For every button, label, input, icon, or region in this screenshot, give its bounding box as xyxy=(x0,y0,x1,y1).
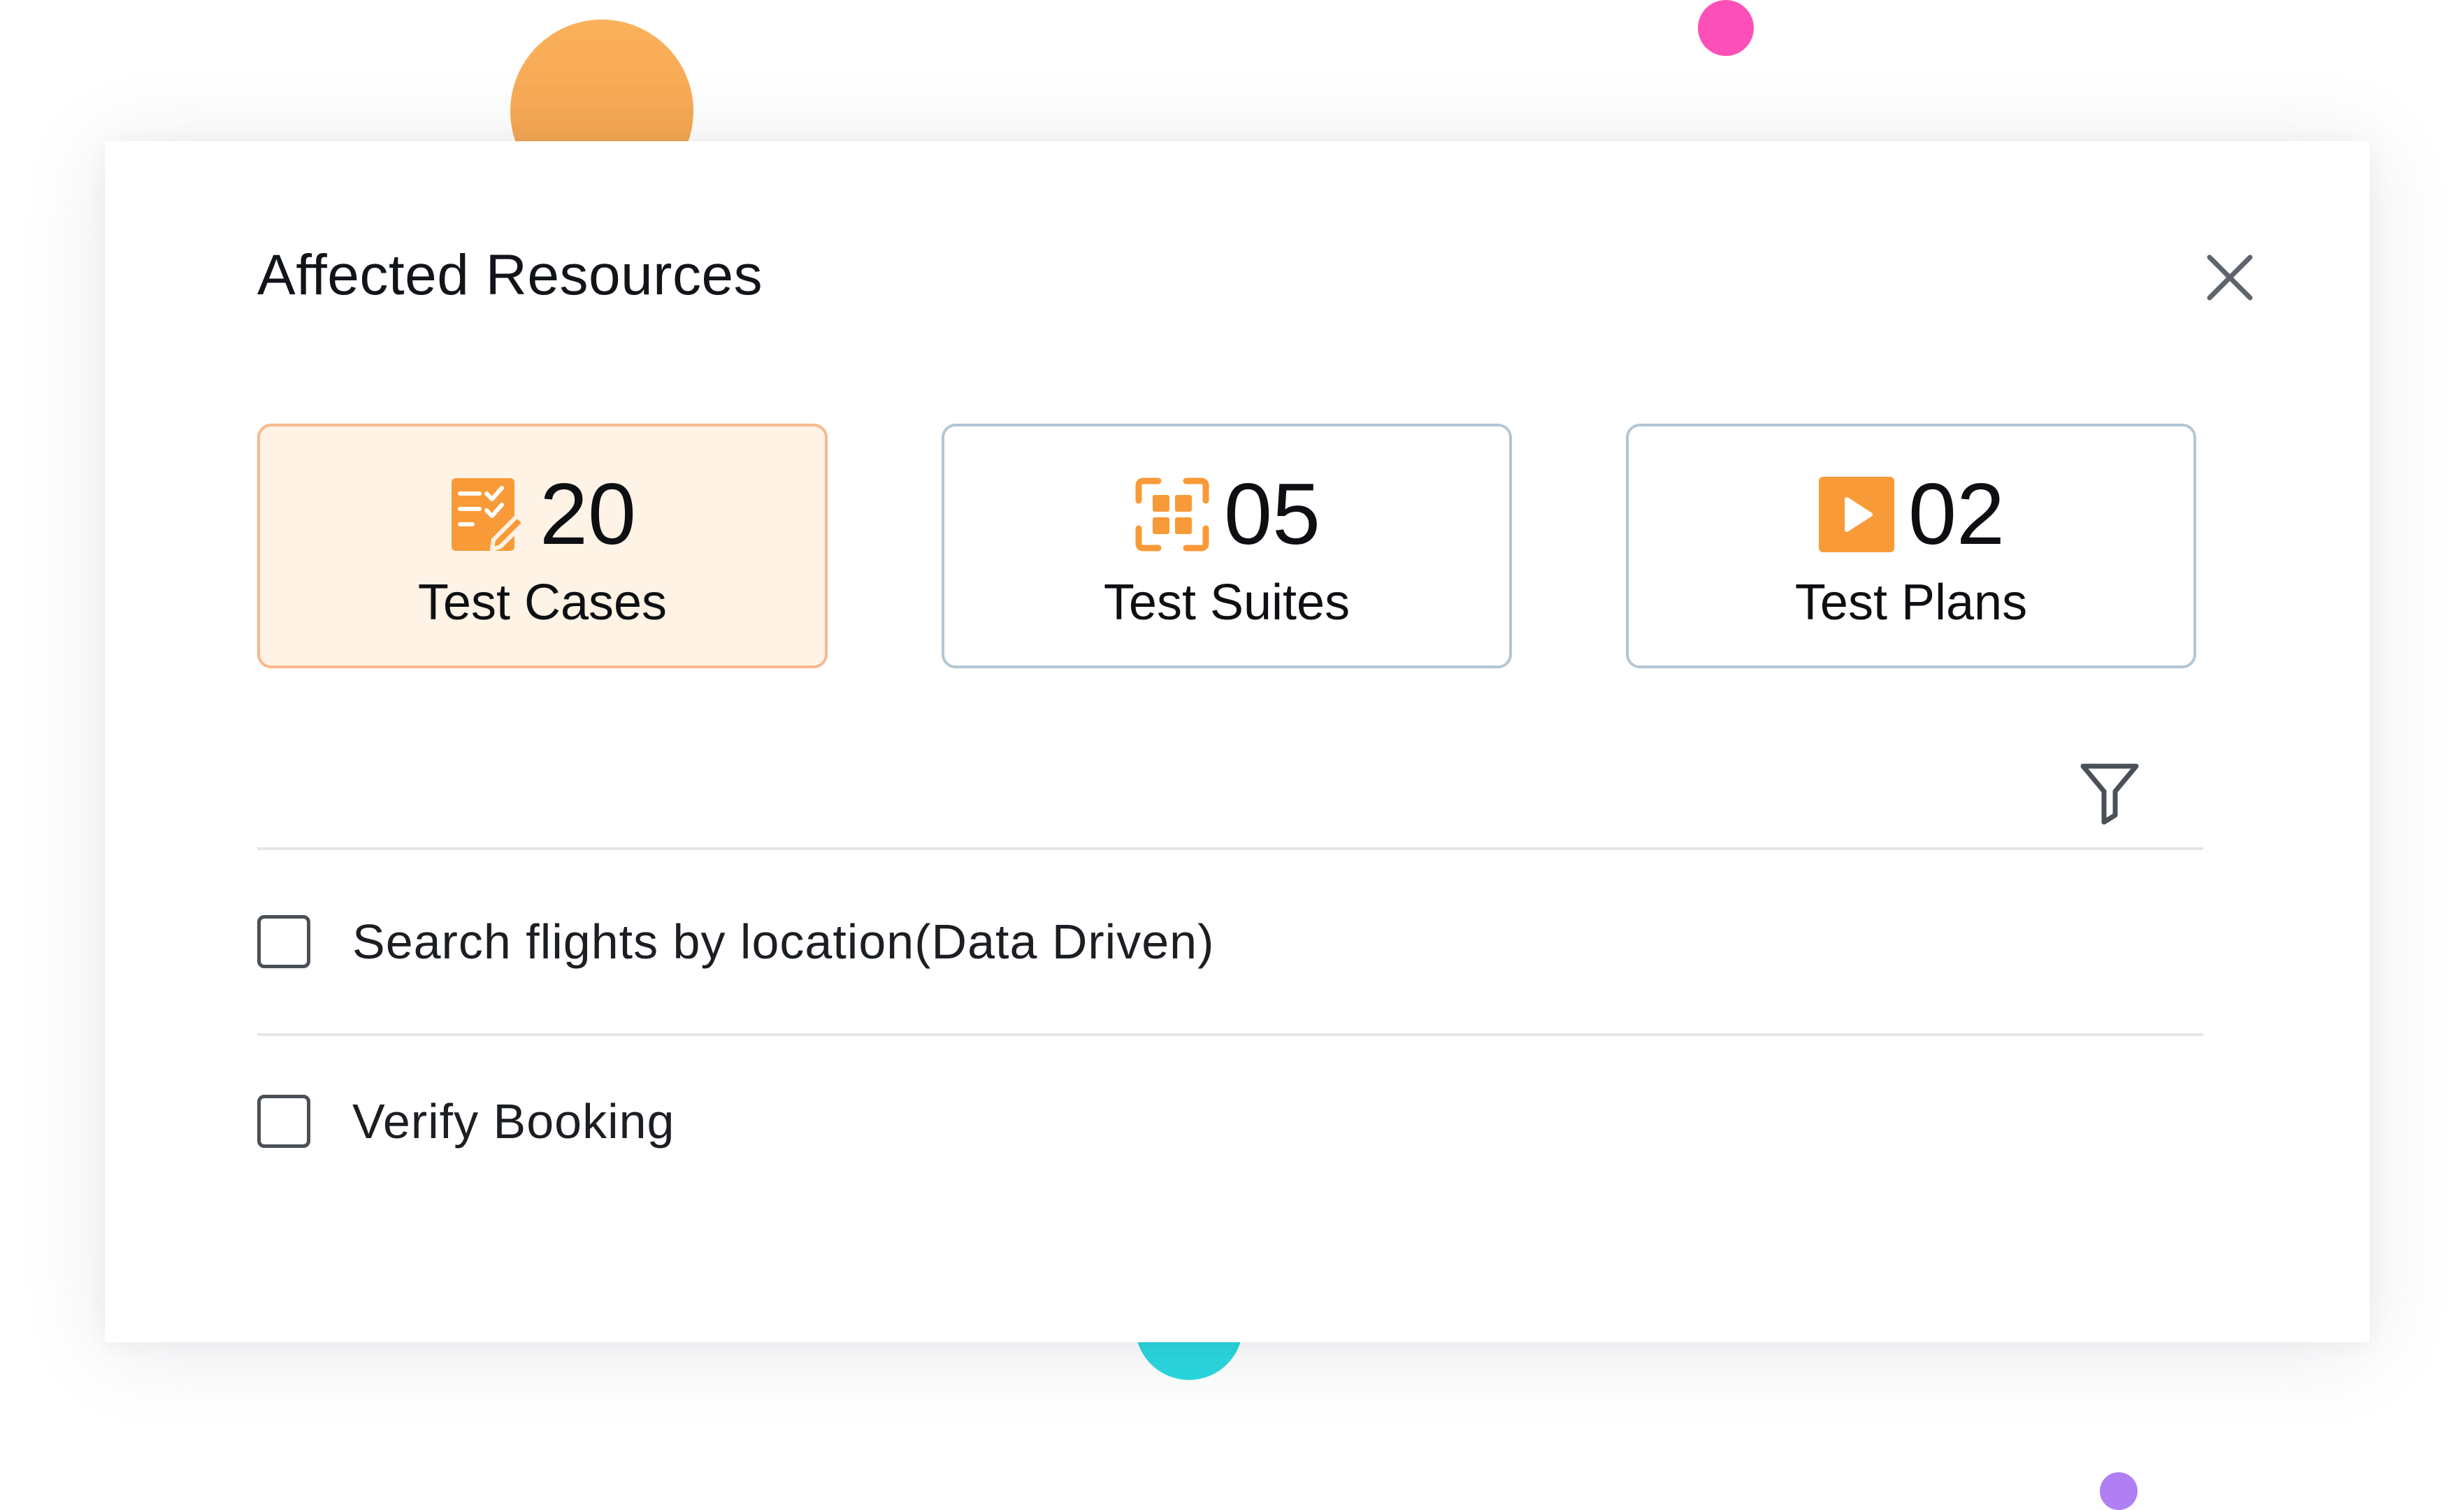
list-divider xyxy=(257,1033,2203,1036)
list-item: Verify Booking xyxy=(257,1093,675,1149)
modal-title: Affected Resources xyxy=(257,243,763,307)
test-suites-label: Test Suites xyxy=(1103,575,1350,631)
close-icon xyxy=(2207,254,2253,301)
test-plans-count: 02 xyxy=(1908,466,2005,563)
affected-resources-modal: Affected Resources 20 Test Cases 05 Test… xyxy=(105,141,2370,1342)
test-cases-count: 20 xyxy=(540,466,636,563)
test-suites-icon xyxy=(1133,475,1211,554)
list-item: Search flights by location(Data Driven) xyxy=(257,914,1214,970)
item-label: Verify Booking xyxy=(352,1094,675,1149)
item-checkbox[interactable] xyxy=(257,1095,310,1148)
test-cases-icon xyxy=(449,475,527,554)
test-plans-icon xyxy=(1817,475,1896,554)
item-label: Search flights by location(Data Driven) xyxy=(352,914,1215,969)
test-cases-card[interactable]: 20 Test Cases xyxy=(257,424,828,668)
filter-button[interactable] xyxy=(2068,751,2152,835)
test-suites-card[interactable]: 05 Test Suites xyxy=(942,424,1512,668)
test-plans-label: Test Plans xyxy=(1794,575,2028,631)
filter-icon xyxy=(2080,763,2139,825)
list-divider xyxy=(257,847,2203,850)
test-cases-label: Test Cases xyxy=(417,575,668,631)
test-plans-card[interactable]: 02 Test Plans xyxy=(1626,424,2196,668)
decorative-pink-circle xyxy=(1698,0,1754,56)
close-button[interactable] xyxy=(2202,250,2258,305)
test-suites-count: 05 xyxy=(1224,466,1320,563)
item-checkbox[interactable] xyxy=(257,915,310,968)
decorative-purple-circle xyxy=(2100,1472,2138,1510)
